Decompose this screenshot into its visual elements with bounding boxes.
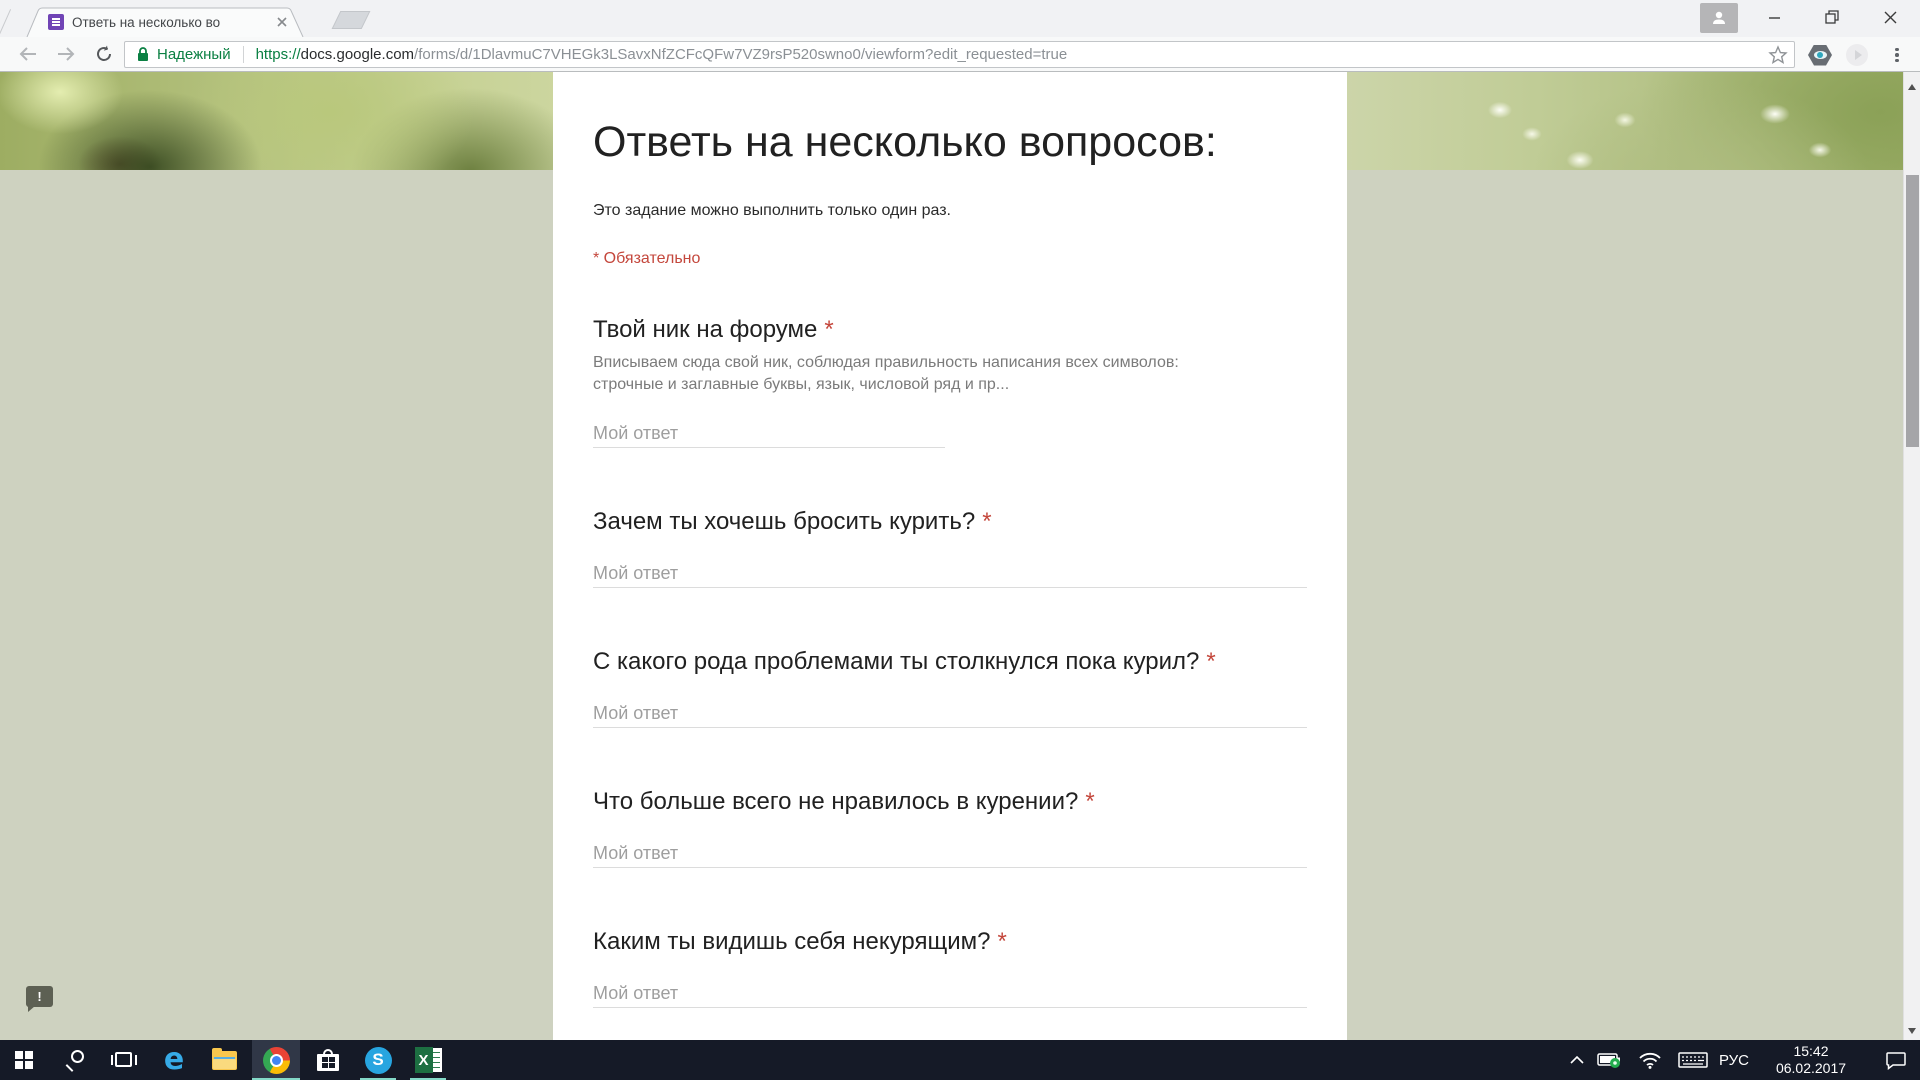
question-block: Каким ты видишь себя некурящим?* [593,928,1307,1008]
store-bag-icon [317,1049,339,1071]
excel-icon: X [415,1047,442,1073]
edge-icon: e [164,1045,184,1075]
start-button[interactable] [0,1040,48,1080]
url-text: https://docs.google.com/forms/d/1DlavmuC… [256,46,1068,63]
restore-button[interactable] [1810,0,1854,34]
tab-close-icon[interactable] [274,14,290,30]
clock[interactable]: 15:42 06.02.2017 [1755,1040,1867,1080]
required-asterisk: * [824,316,833,343]
chrome-button[interactable] [252,1040,300,1080]
question-block: Что больше всего не нравилось в курении?… [593,788,1307,868]
answer-input[interactable] [593,840,1307,868]
desktop-screen: Ответь на несколько во [0,0,1920,1080]
question-block: С какого рода проблемами ты столкнулся п… [593,648,1307,728]
lock-icon [137,47,149,62]
question-title: Твой ник на форуме* [593,316,1307,344]
battery-status[interactable] [1594,1040,1626,1080]
answer-input[interactable] [593,560,1307,588]
action-center-button[interactable] [1878,1040,1914,1080]
task-view-icon [111,1052,137,1068]
taskbar-search-button[interactable] [50,1040,98,1080]
folder-icon [212,1051,237,1070]
browser-tab[interactable]: Ответь на несколько во [26,7,304,37]
close-button[interactable] [1868,0,1912,34]
question-block: Твой ник на форуме* Вписываем сюда свой … [593,316,1307,448]
scrollbar[interactable] [1903,72,1920,1040]
skype-button[interactable]: S [354,1040,402,1080]
three-dot-menu-icon[interactable] [1882,41,1912,69]
back-button[interactable] [11,40,45,68]
report-abuse-bubble-icon[interactable]: ! [26,986,53,1007]
windows-store-button[interactable] [304,1040,352,1080]
file-explorer-button[interactable] [200,1040,248,1080]
language-indicator[interactable]: РУС [1714,1040,1754,1080]
security-label: Надежный [157,46,231,63]
page-viewport: Ответь на несколько вопросов: Это задани… [0,72,1920,1040]
required-asterisk: * [1085,788,1094,815]
question-title: Зачем ты хочешь бросить курить?* [593,508,1307,536]
wifi-icon [1638,1051,1662,1069]
form-title: Ответь на несколько вопросов: [593,118,1307,166]
action-center-icon [1885,1051,1907,1070]
touch-keyboard-icon [1678,1051,1708,1069]
answer-input[interactable] [593,700,1307,728]
new-tab-button[interactable] [332,11,371,29]
url-domain: docs.google.com [301,46,414,63]
minimize-button[interactable] [1752,0,1796,34]
answer-input[interactable] [593,420,945,448]
answer-input[interactable] [593,980,1307,1008]
question-title: Что больше всего не нравилось в курении?… [593,788,1307,816]
time-label: 15:42 [1755,1043,1867,1060]
required-asterisk: * [982,508,991,535]
required-note: * Обязательно [593,250,1307,268]
scrollbar-thumb[interactable] [1906,175,1919,447]
person-icon [1710,9,1728,27]
taskbar: e S X [0,1040,1920,1080]
faded-circle-extension-icon[interactable] [1842,41,1872,69]
question-title: С какого рода проблемами ты столкнулся п… [593,648,1307,676]
question-block: Зачем ты хочешь бросить курить?* [593,508,1307,588]
url-scheme: https:// [256,46,301,63]
date-label: 06.02.2017 [1755,1060,1867,1077]
form-description: Это задание можно выполнить только один … [593,202,1307,220]
question-title: Каким ты видишь себя некурящим?* [593,928,1307,956]
task-view-button[interactable] [100,1040,148,1080]
form-card: Ответь на несколько вопросов: Это задани… [553,72,1347,1040]
search-icon [63,1049,85,1071]
chevron-up-icon [1570,1056,1584,1064]
battery-icon [1597,1051,1623,1069]
language-label: РУС [1719,1052,1749,1069]
google-forms-icon [48,14,64,30]
tray-chevron-button[interactable] [1562,1040,1592,1080]
tab-title: Ответь на несколько во [72,15,247,30]
question-help-text: Вписываем сюда свой ник, соблюдая правил… [593,352,1203,396]
scrollbar-down-arrow-icon[interactable] [1908,1028,1916,1034]
edge-button[interactable]: e [150,1040,198,1080]
eye-hexagon-extension-icon[interactable] [1805,41,1835,69]
profile-button[interactable] [1700,3,1738,33]
address-bar[interactable]: Надежный https://docs.google.com/forms/d… [124,41,1795,68]
chrome-icon [263,1047,290,1074]
browser-titlebar: Ответь на несколько во [0,0,1920,37]
skype-icon: S [365,1047,392,1074]
network-status[interactable] [1634,1040,1666,1080]
url-path: /forms/d/1DlavmuC7VHEGk3LSavxNfZCFcQFw7V… [414,46,1067,63]
required-asterisk: * [1206,648,1215,675]
reload-button[interactable] [87,40,121,68]
touch-keyboard-button[interactable] [1674,1040,1712,1080]
star-icon[interactable] [1768,45,1788,70]
forward-button[interactable] [49,40,83,68]
browser-toolbar: Надежный https://docs.google.com/forms/d… [0,37,1920,72]
windows-logo-icon [15,1051,33,1069]
scrollbar-up-arrow-icon[interactable] [1908,84,1916,90]
required-asterisk: * [997,928,1006,955]
excel-button[interactable]: X [404,1040,452,1080]
window-edge-slant [0,9,11,37]
omnibox-separator [243,46,244,63]
